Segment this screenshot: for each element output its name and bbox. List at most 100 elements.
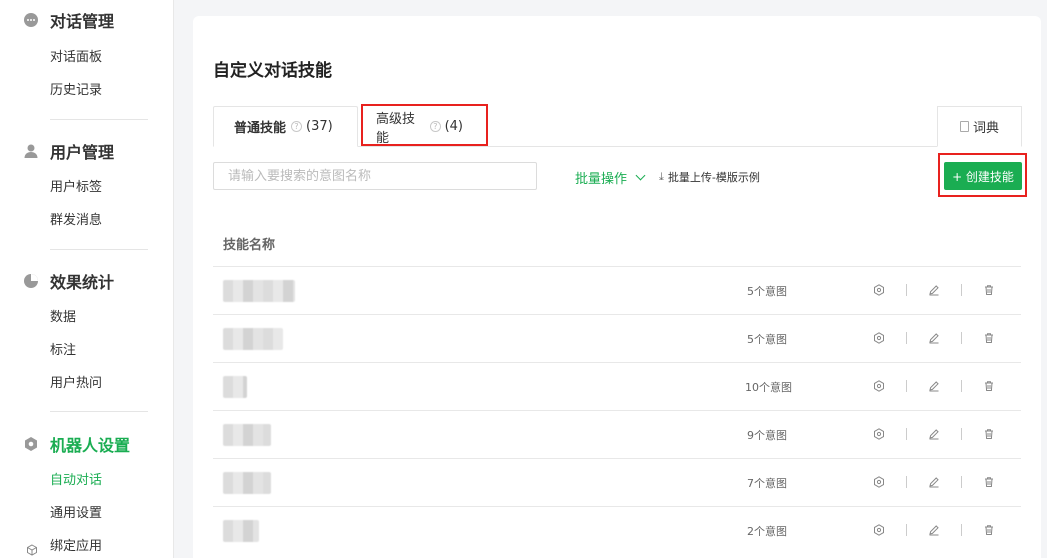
divider (961, 428, 962, 440)
intent-count: 5个意图 (747, 285, 787, 298)
gear-icon (22, 435, 40, 453)
table-row[interactable]: 9个意图 (213, 410, 1021, 458)
nav-group-bot-settings[interactable]: 机器人设置 (22, 432, 130, 456)
sidebar-item-auto-dialog[interactable]: 自动对话 (50, 471, 102, 491)
divider (906, 380, 907, 392)
trash-icon[interactable] (981, 282, 997, 298)
pie-chart-icon (22, 272, 40, 290)
row-actions (871, 329, 997, 347)
divider (961, 476, 962, 488)
redacted-skill-name (223, 472, 271, 494)
divider (961, 332, 962, 344)
redacted-skill-name (223, 376, 247, 398)
sidebar-item-data[interactable]: 数据 (50, 308, 76, 328)
nav-group-users[interactable]: 用户管理 (22, 139, 114, 163)
sidebar-item-broadcast[interactable]: 群发消息 (50, 211, 102, 231)
trash-icon[interactable] (981, 330, 997, 346)
nav-divider (50, 249, 148, 250)
trash-icon[interactable] (981, 426, 997, 442)
batch-upload-link[interactable]: ⤓ 批量上传-模版示例 (659, 169, 760, 185)
intent-count: 10个意图 (745, 381, 792, 394)
download-icon: ⤓ (659, 170, 664, 183)
batch-label: 批量操作 (575, 172, 628, 187)
row-actions (871, 521, 997, 539)
upload-label: 批量上传-模版示例 (667, 171, 760, 184)
settings-icon[interactable] (871, 522, 887, 538)
settings-icon[interactable] (871, 474, 887, 490)
redacted-skill-name (223, 424, 271, 446)
divider (961, 284, 962, 296)
table-row[interactable]: 5个意图 (213, 266, 1021, 314)
nav-group-label: 机器人设置 (50, 436, 131, 455)
page-title: 自定义对话技能 (213, 61, 332, 81)
edit-icon[interactable] (926, 330, 942, 346)
main-card: 自定义对话技能 普通技能 ? (37) 高级技能 ? (4) 词典 批量操作 ⤓… (193, 16, 1041, 558)
redacted-skill-name (223, 328, 283, 350)
settings-icon[interactable] (871, 282, 887, 298)
tab-count: (37) (306, 119, 333, 134)
batch-operations-dropdown[interactable]: 批量操作 (575, 168, 646, 187)
edit-icon[interactable] (926, 282, 942, 298)
trash-icon[interactable] (981, 474, 997, 490)
column-header-skill-name: 技能名称 (223, 238, 276, 253)
trash-icon[interactable] (981, 378, 997, 394)
nav-group-dialog[interactable]: 对话管理 (22, 8, 114, 32)
edit-icon[interactable] (926, 426, 942, 442)
sidebar-item-bind-app[interactable]: 绑定应用 (50, 537, 102, 557)
search-input[interactable] (213, 162, 537, 190)
nav-divider (50, 119, 148, 120)
nav-group-label: 对话管理 (50, 12, 115, 31)
chevron-down-icon (635, 170, 646, 181)
divider (961, 524, 962, 536)
redacted-skill-name (223, 280, 295, 302)
edit-icon[interactable] (926, 522, 942, 538)
help-icon: ? (291, 121, 303, 132)
highlight-box (938, 153, 1027, 197)
table-row[interactable]: 5个意图 (213, 314, 1021, 362)
tab-normal-skills[interactable]: 普通技能 ? (37) (213, 106, 358, 147)
nav-divider (50, 411, 148, 412)
nav-group-label: 效果统计 (50, 273, 115, 292)
intent-count: 7个意图 (747, 477, 787, 490)
sidebar: 对话管理 对话面板 历史记录 用户管理 用户标签 群发消息 效果统计 数据 标注… (0, 0, 174, 558)
user-icon (22, 142, 40, 160)
trash-icon[interactable] (981, 522, 997, 538)
cube-icon (26, 541, 38, 558)
table-row[interactable]: 7个意图 (213, 458, 1021, 506)
sidebar-item-general-settings[interactable]: 通用设置 (50, 504, 102, 524)
highlight-box (361, 104, 488, 146)
settings-icon[interactable] (871, 378, 887, 394)
divider (961, 380, 962, 392)
intent-count: 2个意图 (747, 525, 787, 538)
chat-dots-icon (22, 11, 40, 29)
settings-icon[interactable] (871, 330, 887, 346)
divider (906, 332, 907, 344)
document-icon (959, 121, 969, 132)
sidebar-item-history[interactable]: 历史记录 (50, 81, 102, 101)
sidebar-item-user-tags[interactable]: 用户标签 (50, 178, 102, 198)
divider (906, 476, 907, 488)
table-row[interactable]: 10个意图 (213, 362, 1021, 410)
divider (906, 284, 907, 296)
intent-count: 9个意图 (747, 429, 787, 442)
divider (906, 524, 907, 536)
table-row[interactable]: 2个意图 (213, 506, 1021, 554)
settings-icon[interactable] (871, 426, 887, 442)
intent-count: 5个意图 (747, 333, 787, 346)
tab-label: 普通技能 (234, 121, 287, 136)
row-actions (871, 425, 997, 443)
edit-icon[interactable] (926, 378, 942, 394)
edit-icon[interactable] (926, 474, 942, 490)
sidebar-item-annotation[interactable]: 标注 (50, 341, 76, 361)
row-actions (871, 281, 997, 299)
sidebar-item-dialog-panel[interactable]: 对话面板 (50, 48, 102, 68)
tab-label: 词典 (972, 121, 999, 136)
row-actions (871, 377, 997, 395)
redacted-skill-name (223, 520, 259, 542)
nav-group-stats[interactable]: 效果统计 (22, 269, 114, 293)
tab-dictionary[interactable]: 词典 (937, 106, 1022, 147)
sidebar-item-hot-questions[interactable]: 用户热问 (50, 374, 102, 394)
row-actions (871, 473, 997, 491)
nav-group-label: 用户管理 (50, 143, 115, 162)
divider (906, 428, 907, 440)
